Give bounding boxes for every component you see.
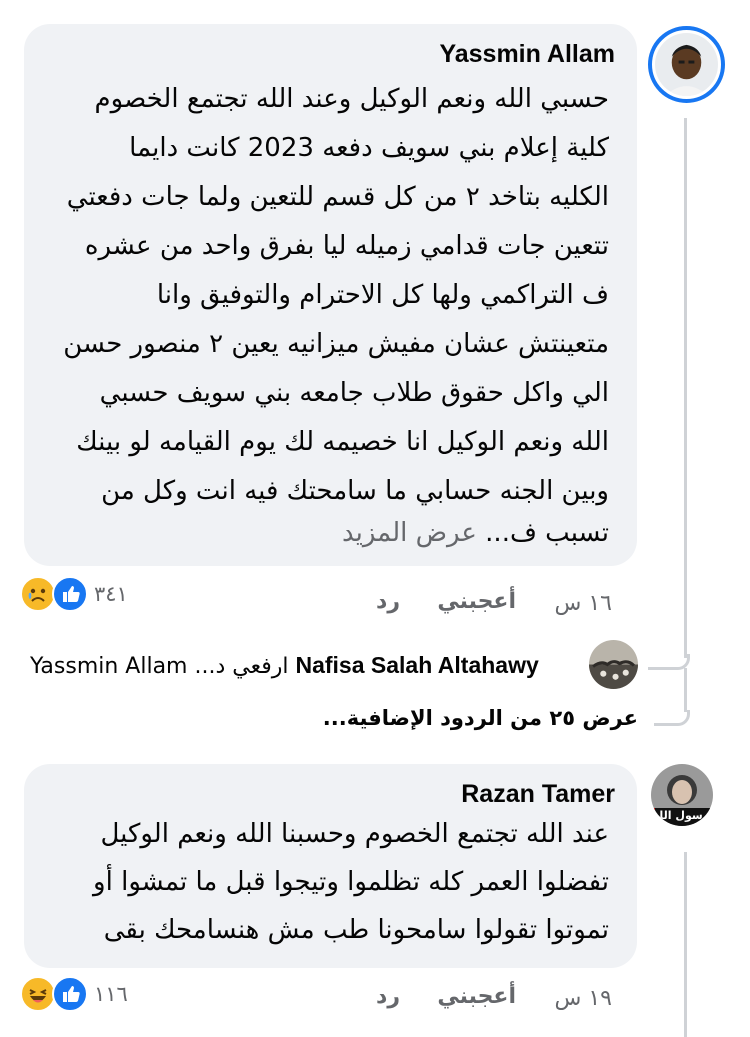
comment-text-line: متعينتش عشان مفيش ميزانيه يعين ٢ منصور ح… (63, 329, 609, 359)
comment-text-line: الي واكل حقوق طلاب جامعه بني سويف حسبي (99, 378, 609, 408)
like-reaction-icon (52, 576, 88, 612)
reply-snippet: ارفعي د... (194, 654, 289, 679)
comment-text-line: عند الله تجتمع الخصوم وحسبنا الله ونعم ا… (100, 819, 609, 849)
thread-line (684, 852, 687, 1037)
reply-action[interactable]: رد (376, 589, 400, 614)
sad-reaction-icon (20, 576, 56, 612)
reaction-count[interactable]: ٣٤١ (94, 582, 128, 606)
reaction-count[interactable]: ١١٦ (94, 982, 128, 1006)
like-reaction-icon (52, 976, 88, 1012)
thread-line-curve (654, 710, 690, 726)
comment-text-line: حسبي الله ونعم الوكيل وعند الله تجتمع ال… (94, 84, 609, 114)
reply-preview[interactable]: Yassmin Allam ارفعي د... Nafisa Salah Al… (30, 652, 539, 679)
comment-bubble: Yassmin Allam حسبي الله ونعم الوكيل وعند… (24, 24, 637, 566)
truncated-text: تسبب ف... (485, 518, 609, 548)
comment-text-line: تسبب ف... عرض المزيد (342, 518, 609, 548)
reply-mention[interactable]: Yassmin Allam (30, 654, 187, 679)
comment-text-line: وبين الجنه حسابي ما سامحتك فيه انت وكل م… (101, 476, 609, 506)
comment-text-line: الله ونعم الوكيل انا خصيمه لك يوم القيام… (76, 427, 609, 457)
see-more-link[interactable]: عرض المزيد (342, 518, 477, 548)
thread-line (684, 668, 687, 712)
comment-timestamp: ١٦ س (554, 591, 613, 616)
comment-text-line: كلية إعلام بني سويف دفعه 2023 كانت دايما (129, 133, 609, 163)
reply-action[interactable]: رد (376, 984, 400, 1009)
view-more-replies-link[interactable]: عرض ٢٥ من الردود الإضافية... (323, 706, 638, 730)
profile-photo (655, 33, 718, 96)
comment-text-line: تتعين جات قدامي زميله ليا بفرق واحد من ع… (84, 231, 609, 261)
reply-author[interactable]: Nafisa Salah Altahawy (295, 652, 538, 678)
comment-text-line: ف التراكمي ولها كل الاحترام والتوفيق وان… (156, 280, 609, 310)
reply-avatar[interactable] (589, 640, 638, 689)
haha-reaction-icon (20, 976, 56, 1012)
like-action[interactable]: أعجبني (437, 984, 516, 1009)
comment-bubble: Razan Tamer عند الله تجتمع الخصوم وحسبنا… (24, 764, 637, 968)
avatar[interactable] (648, 26, 725, 103)
comment-timestamp: ١٩ س (554, 986, 613, 1011)
comment-text-line: الكليه بتاخد ٢ من كل قسم للتعين ولما جات… (66, 182, 609, 212)
like-action[interactable]: أعجبني (437, 589, 516, 614)
comment-author[interactable]: Yassmin Allam (439, 40, 615, 69)
avatar[interactable]: رسول الله (651, 764, 713, 826)
comment-author[interactable]: Razan Tamer (461, 780, 615, 809)
comment-text-line: تفضلوا العمر كله تظلموا وتيجوا قبل ما تم… (93, 867, 609, 897)
avatar-caption: رسول الله (657, 809, 709, 822)
comment-text-line: تموتوا تقولوا سامحونا طب مش هنسامحك بقى (103, 915, 609, 945)
thread-line (684, 118, 687, 658)
